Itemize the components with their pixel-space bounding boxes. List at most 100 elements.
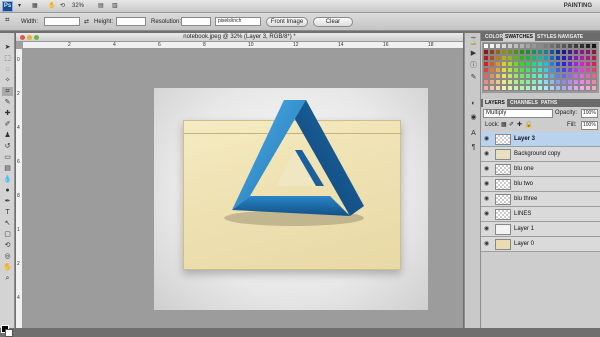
canvas-area[interactable] (23, 49, 463, 328)
rotate-view-button[interactable]: ⟲ (60, 2, 65, 11)
minimize-window-icon[interactable] (27, 35, 32, 40)
opacity-field[interactable]: 100% (581, 109, 598, 118)
zoom-tool-icon[interactable]: ⌕ (2, 274, 13, 283)
br-button[interactable]: ▾ (18, 2, 21, 11)
screen-mode-button[interactable]: ▥ (112, 2, 118, 11)
quick-select-tool-icon[interactable]: ✧ (2, 76, 13, 85)
3d-rotate-tool-icon[interactable]: ⟲ (2, 241, 13, 250)
layer-thumbnail (495, 134, 511, 145)
layer-row-blu-two[interactable]: ◉ blu two (481, 177, 600, 192)
ruler-label: 8 (203, 42, 206, 48)
brushes-icon[interactable]: ✎ (468, 73, 479, 83)
background-color-swatch[interactable] (5, 329, 13, 337)
crop-tool-icon[interactable]: ⌗ (2, 87, 13, 96)
healing-brush-tool-icon[interactable]: ✚ (2, 109, 13, 118)
document-image[interactable] (154, 88, 428, 310)
clear-button[interactable]: Clear (313, 17, 353, 27)
type-tool-icon[interactable]: T (2, 208, 13, 217)
vertical-ruler[interactable]: 0 2 4 6 8 1 2 4 (16, 49, 23, 328)
shape-tool-icon[interactable]: ▢ (2, 230, 13, 239)
visibility-eye-icon[interactable]: ◉ (484, 241, 489, 248)
history-brush-tool-icon[interactable]: ↺ (2, 142, 13, 151)
clone-stamp-tool-icon[interactable]: ♟ (2, 131, 13, 140)
tab-channels[interactable]: CHANNELS (508, 99, 540, 107)
layer-row-layer-3[interactable]: ◉ Layer 3 (481, 132, 600, 147)
adjustments-icon[interactable]: ◐ (468, 99, 479, 109)
visibility-eye-icon[interactable]: ◉ (484, 226, 489, 233)
tab-paths[interactable]: PATHS (539, 99, 559, 107)
3d-orbit-tool-icon[interactable]: ◎ (2, 252, 13, 261)
layer-row-lines[interactable]: ◉ LINES (481, 207, 600, 222)
layer-row-layer-0[interactable]: ◉ Layer 0 (481, 237, 600, 252)
ruler-label: 4 (17, 295, 20, 301)
actions-icon[interactable]: ▶ (468, 49, 479, 59)
info-icon[interactable]: ⓘ (468, 61, 479, 71)
zoom-level[interactable]: 32% (72, 2, 84, 11)
width-label: Width: (21, 19, 39, 25)
tab-color[interactable]: COLOR (483, 33, 505, 41)
layer-name: Layer 1 (514, 226, 535, 232)
dodge-tool-icon[interactable]: ● (2, 186, 13, 195)
lock-transparency-icon[interactable]: ▦ (501, 122, 507, 129)
visibility-eye-icon[interactable]: ◉ (484, 151, 489, 158)
pen-tool-icon[interactable]: ✒ (2, 197, 13, 206)
layer-row-blu-one[interactable]: ◉ blu one (481, 162, 600, 177)
swap-icon[interactable]: ⇄ (84, 18, 89, 26)
gradient-tool-icon[interactable]: ▤ (2, 164, 13, 173)
ruler-label: 8 (17, 193, 20, 199)
tab-layers[interactable]: LAYERS (483, 99, 507, 107)
layer-thumbnail (495, 194, 511, 205)
blend-mode-select[interactable]: Multiply (483, 109, 553, 118)
layer-name: Background copy (514, 151, 561, 157)
document-title-bar: notebook.jpeg @ 32% (Layer 3, RGB/8*) * (16, 33, 463, 42)
width-field[interactable] (44, 17, 80, 26)
eraser-tool-icon[interactable]: ▭ (2, 153, 13, 162)
path-select-tool-icon[interactable]: ↖ (2, 219, 13, 228)
workspace-switcher[interactable]: PAINTING (564, 2, 592, 11)
close-window-icon[interactable] (20, 35, 25, 40)
visibility-eye-icon[interactable]: ◉ (484, 166, 489, 173)
visibility-eye-icon[interactable]: ◉ (484, 181, 489, 188)
visibility-eye-icon[interactable]: ◉ (484, 196, 489, 203)
front-image-button[interactable]: Front Image (266, 17, 308, 27)
ruler-label: 1 (17, 227, 20, 233)
layer-name: LINES (514, 211, 532, 217)
layer-row-blu-three[interactable]: ◉ blu three (481, 192, 600, 207)
hand-tool-button[interactable]: ✋ (48, 2, 55, 11)
lock-position-icon[interactable]: ✚ (517, 122, 522, 129)
lasso-tool-icon[interactable]: ◌ (2, 65, 13, 74)
view-extras-button[interactable]: ▦ (32, 2, 38, 11)
paragraph-icon[interactable]: ¶ (468, 143, 479, 153)
resolution-field[interactable] (181, 17, 211, 26)
visibility-eye-icon[interactable]: ◉ (484, 136, 489, 143)
masks-icon[interactable]: ◉ (468, 113, 479, 123)
layer-thumbnail (495, 149, 511, 160)
lock-image-icon[interactable]: ✐ (509, 122, 514, 129)
marquee-tool-icon[interactable]: ⬚ (2, 54, 13, 63)
height-field[interactable] (116, 17, 146, 26)
move-tool-icon[interactable]: ➤ (2, 43, 13, 52)
units-select[interactable]: pixels/inch (215, 17, 261, 26)
fill-field[interactable]: 100% (581, 121, 598, 130)
tab-navigator[interactable]: NAVIGATE (556, 33, 585, 41)
horizontal-ruler[interactable]: 2 4 6 8 10 12 14 16 18 (23, 42, 463, 49)
zoom-window-icon[interactable] (34, 35, 39, 40)
layer-row-background-copy[interactable]: ◉ Background copy (481, 147, 600, 162)
layer-thumbnail (495, 179, 511, 190)
visibility-eye-icon[interactable]: ◉ (484, 211, 489, 218)
swatches-grid[interactable] (482, 42, 599, 93)
tab-styles[interactable]: STYLES (535, 33, 558, 41)
hand-tool-icon[interactable]: ✋ (2, 263, 13, 272)
lock-all-icon[interactable]: 🔒 (525, 122, 532, 129)
character-icon[interactable]: A (468, 129, 479, 139)
brush-tool-icon[interactable]: ✐ (2, 120, 13, 129)
tab-swatches[interactable]: SWATCHES (503, 33, 535, 41)
eyedropper-tool-icon[interactable]: ✎ (2, 98, 13, 107)
blur-tool-icon[interactable]: 💧 (2, 175, 13, 184)
ruler-label: 0 (17, 57, 20, 63)
arrange-documents-button[interactable]: ▤ (98, 2, 104, 11)
layer-row-layer-1[interactable]: ◉ Layer 1 (481, 222, 600, 237)
history-icon[interactable]: ⌛ (468, 37, 479, 47)
color-swatch[interactable] (591, 85, 597, 91)
crop-tool-icon[interactable]: ⌗ (5, 16, 10, 24)
